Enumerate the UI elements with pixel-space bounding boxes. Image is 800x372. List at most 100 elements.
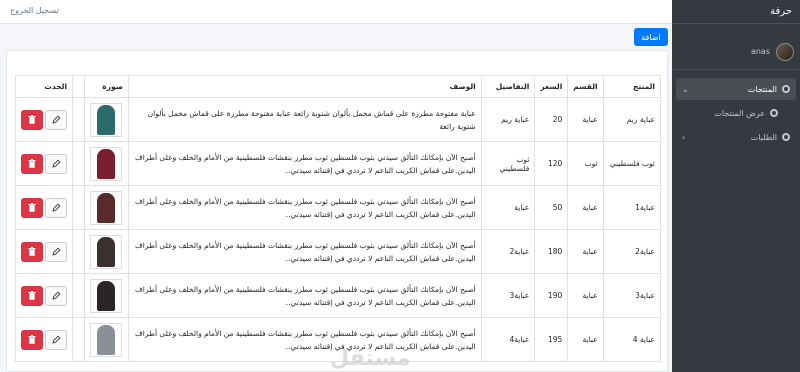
cell-image bbox=[84, 317, 129, 362]
cell-price: 120 bbox=[534, 141, 569, 186]
edit-button[interactable] bbox=[45, 109, 67, 130]
add-button[interactable]: اضافة bbox=[634, 28, 668, 46]
cell-spacer bbox=[72, 229, 85, 274]
cell-product: ثوب فلسطيني bbox=[602, 141, 662, 186]
sidebar-item-label: الطلبات bbox=[750, 132, 777, 142]
cell-spacer bbox=[72, 141, 85, 186]
product-image[interactable] bbox=[90, 190, 123, 225]
cell-price: 20 bbox=[534, 97, 569, 142]
sidebar-item-orders[interactable]: الطلبات ‹ bbox=[676, 126, 796, 148]
cell-spacer bbox=[72, 317, 85, 362]
row-actions bbox=[21, 109, 67, 130]
header-price: السعر bbox=[534, 75, 569, 98]
cell-description: أصبح الآن بإمكانك التألق سيدتي بثوب فلسط… bbox=[127, 185, 482, 230]
product-image[interactable] bbox=[90, 102, 123, 137]
cell-section: عباية bbox=[567, 185, 604, 230]
delete-button[interactable] bbox=[21, 197, 43, 218]
product-image[interactable] bbox=[90, 234, 123, 269]
cell-section: عباية bbox=[567, 97, 604, 142]
cell-spacer bbox=[72, 273, 85, 318]
cell-product: عباية2 bbox=[602, 229, 662, 274]
delete-button[interactable] bbox=[21, 241, 43, 262]
edit-button[interactable] bbox=[45, 197, 67, 218]
avatar[interactable] bbox=[776, 42, 794, 61]
cell-description: أصبح الآن بإمكانك التألق سيدتي بثوب فلسط… bbox=[127, 229, 482, 274]
table-row: عباية3 عباية 190 عباية3 أصبح الآن بإمكانك ال… bbox=[14, 273, 662, 318]
cell-description: أصبح الآن بإمكانك التألق سيدتي بثوب فلسط… bbox=[127, 141, 482, 186]
sidebar-item-view-products[interactable]: عرض المنتجات bbox=[676, 102, 796, 124]
edit-icon bbox=[51, 115, 60, 124]
products-card: المنتج القسم السعر التفاصيل الوصف صورة ا… bbox=[6, 50, 668, 372]
header-spacer bbox=[72, 75, 85, 98]
cell-product: عباية 4 bbox=[602, 317, 662, 362]
delete-button[interactable] bbox=[21, 329, 43, 350]
cell-product: عباية ريم bbox=[602, 97, 662, 142]
table-row: عباية 4 عباية 195 عباية4 أصبح الآن بإمكانك ا… bbox=[14, 317, 662, 362]
products-table: المنتج القسم السعر التفاصيل الوصف صورة ا… bbox=[14, 75, 662, 362]
cell-spacer bbox=[72, 185, 85, 230]
product-image[interactable] bbox=[90, 278, 123, 313]
cell-price: 50 bbox=[534, 185, 569, 230]
dress-figure bbox=[97, 192, 116, 223]
row-actions bbox=[21, 329, 67, 350]
table-row: ثوب فلسطيني ثوب 120 ثوب فلسطيني أصبح الآن بإ… bbox=[14, 141, 662, 186]
sidebar: حرفة anas المنتجات ⌄ عرض المنتجات الطلبا… bbox=[672, 0, 800, 372]
cell-details: عباية3 bbox=[480, 273, 536, 318]
product-image[interactable] bbox=[90, 322, 123, 357]
sidebar-item-label: عرض المنتجات bbox=[714, 108, 765, 118]
trash-icon bbox=[28, 203, 36, 212]
circle-icon bbox=[782, 85, 790, 93]
main-content: اضافة المنتج القسم السعر التفاصيل الوصف … bbox=[0, 24, 672, 372]
cell-price: 190 bbox=[534, 273, 569, 318]
table-row: عباية ريم عباية 20 عباية ريم عباية مفتوحة مط… bbox=[14, 97, 662, 142]
cell-actions bbox=[14, 141, 74, 186]
delete-button[interactable] bbox=[21, 109, 43, 130]
circle-icon bbox=[770, 109, 778, 117]
edit-icon bbox=[51, 247, 60, 256]
edit-button[interactable] bbox=[45, 241, 67, 262]
delete-button[interactable] bbox=[21, 153, 43, 174]
header-description: الوصف bbox=[127, 75, 482, 98]
brand-title[interactable]: حرفة bbox=[672, 0, 800, 24]
sidebar-nav: المنتجات ⌄ عرض المنتجات الطلبات ‹ bbox=[672, 70, 800, 148]
sidebar-item-label: المنتجات bbox=[747, 84, 777, 94]
cell-details: عباية bbox=[480, 185, 536, 230]
trash-icon bbox=[28, 335, 36, 344]
row-actions bbox=[21, 197, 67, 218]
table-header-row: المنتج القسم السعر التفاصيل الوصف صورة ا… bbox=[14, 75, 662, 98]
edit-icon bbox=[51, 159, 60, 168]
cell-actions bbox=[14, 97, 74, 142]
table-body: عباية ريم عباية 20 عباية ريم عباية مفتوحة مط… bbox=[14, 97, 662, 362]
trash-icon bbox=[28, 159, 36, 168]
edit-button[interactable] bbox=[45, 153, 67, 174]
dress-figure bbox=[97, 148, 116, 179]
edit-button[interactable] bbox=[45, 329, 67, 350]
cell-details: ثوب فلسطيني bbox=[480, 141, 536, 186]
product-image[interactable] bbox=[90, 146, 123, 181]
header-actions: الحدث bbox=[14, 75, 74, 98]
cell-section: عباية bbox=[567, 229, 604, 274]
cell-details: عباية2 bbox=[480, 229, 536, 274]
table-row: عباية1 عباية 50 عباية أصبح الآن بإمكانك التأ… bbox=[14, 185, 662, 230]
edit-icon bbox=[51, 203, 60, 212]
cell-price: 180 bbox=[534, 229, 569, 274]
trash-icon bbox=[28, 115, 36, 124]
header-section: القسم bbox=[567, 75, 604, 98]
cell-details: عباية ريم bbox=[480, 97, 536, 142]
row-actions bbox=[21, 241, 67, 262]
edit-button[interactable] bbox=[45, 285, 67, 306]
header-image: صورة bbox=[84, 75, 129, 98]
top-navbar: تسجيل الخروج bbox=[0, 0, 672, 24]
delete-button[interactable] bbox=[21, 285, 43, 306]
sidebar-item-products[interactable]: المنتجات ⌄ bbox=[676, 78, 796, 100]
chevron-left-icon: ‹ bbox=[682, 132, 686, 142]
header-details: التفاصيل bbox=[480, 75, 536, 98]
dress-figure bbox=[97, 104, 116, 135]
logout-link[interactable]: تسجيل الخروج bbox=[10, 6, 59, 15]
cell-actions bbox=[14, 317, 74, 362]
edit-icon bbox=[51, 335, 60, 344]
user-panel[interactable]: anas bbox=[672, 34, 800, 70]
user-name[interactable]: anas bbox=[751, 47, 770, 56]
cell-price: 195 bbox=[534, 317, 569, 362]
cell-image bbox=[84, 141, 129, 186]
